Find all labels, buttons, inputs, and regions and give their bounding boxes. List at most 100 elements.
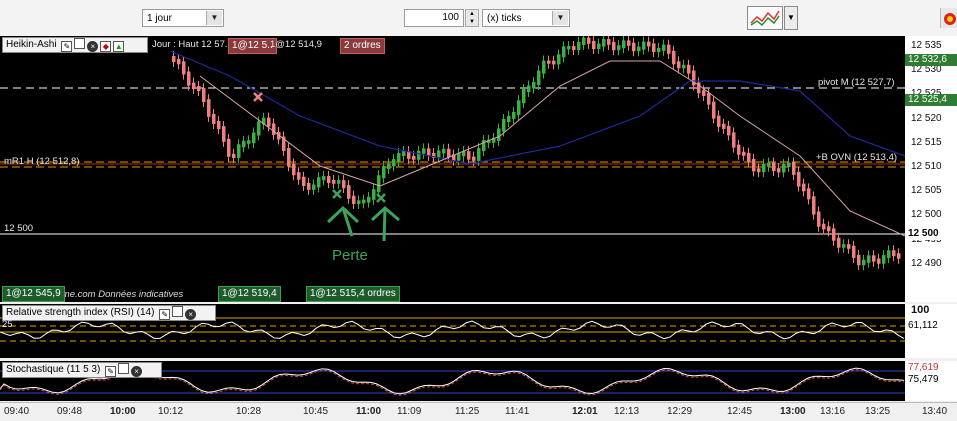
candle-body xyxy=(877,258,881,264)
time-axis[interactable]: 09:40 09:48 10:00 10:12 10:28 10:45 11:00 11:09… xyxy=(0,402,957,421)
time-tick-label: 11:25 xyxy=(455,406,480,417)
candle-body xyxy=(827,226,831,232)
moving-average-pink xyxy=(199,60,905,237)
candle-body xyxy=(742,151,746,156)
flag-icon[interactable]: ◆ xyxy=(100,41,112,52)
candle-body xyxy=(372,189,376,200)
candle-body xyxy=(822,223,826,230)
rsi-line xyxy=(0,320,905,340)
units-stepper[interactable]: ▲ ▼ xyxy=(465,9,479,27)
candle-body xyxy=(817,211,821,227)
candle-body xyxy=(687,64,691,74)
rsi-pane[interactable]: Relative strength index (RSI) (14) ✎ × 25 xyxy=(0,304,905,358)
stoch-top-box: 77,619 xyxy=(905,362,957,374)
candle-body xyxy=(402,151,406,157)
time-tick-label: 10:00 xyxy=(110,406,136,417)
candle-body xyxy=(732,132,736,148)
candle-body xyxy=(422,148,426,154)
window-icon[interactable] xyxy=(118,363,130,374)
candle-body xyxy=(842,244,846,248)
wrench-icon[interactable]: ✎ xyxy=(105,366,117,377)
scroll-right-button[interactable] xyxy=(940,8,957,28)
candle-body xyxy=(232,153,236,159)
candle-body xyxy=(807,188,811,200)
candle-body xyxy=(897,253,901,259)
candle-body xyxy=(767,162,771,167)
candle-body xyxy=(542,60,546,74)
perte-annotation: Perte xyxy=(332,247,368,264)
stoch-pane[interactable]: Stochastique (11 5 3) ✎ × xyxy=(0,361,905,401)
candle-body xyxy=(782,164,786,173)
candle-body xyxy=(332,179,336,184)
close-icon[interactable]: × xyxy=(185,309,197,320)
arrow-annotation xyxy=(370,205,400,242)
candle-body xyxy=(417,150,421,160)
chart-type-dropdown[interactable]: ▼ xyxy=(784,6,798,30)
candle-body xyxy=(592,40,596,49)
chevron-down-icon[interactable]: ▼ xyxy=(552,11,568,25)
time-tick-label: 13:40 xyxy=(922,406,948,417)
candle-body xyxy=(602,38,606,47)
candle-body xyxy=(557,54,561,65)
time-tick-label: 11:41 xyxy=(505,406,530,417)
level-12500-label: 12 500 xyxy=(4,223,34,234)
candle-body xyxy=(302,176,306,186)
candle-body xyxy=(702,90,706,96)
candle-body xyxy=(647,41,651,47)
header-info: Jour : Haut 12 57.. xyxy=(152,39,231,50)
candle-body xyxy=(307,182,311,190)
period-select-value: 1 jour xyxy=(147,13,173,24)
candle-body xyxy=(627,40,631,46)
chart-type-button[interactable] xyxy=(747,6,783,30)
candle-body xyxy=(637,46,641,52)
price-chart-pane[interactable]: Heikin-Ashi ✎ × ◆ ▲ Jour : Haut 12 57.. 1@1… xyxy=(0,36,905,302)
candle-body xyxy=(527,85,531,93)
candle-body xyxy=(267,117,271,127)
candle-body xyxy=(272,123,276,135)
price-box: 12 532,6 xyxy=(905,54,957,66)
position-tag[interactable]: 1@12 515,4 ordres xyxy=(306,286,400,302)
units-type-select[interactable]: (x) ticks ▼ xyxy=(482,9,570,27)
close-icon[interactable]: × xyxy=(87,41,99,52)
price-axis[interactable]: 12 53512 53012 52512 52012 51512 51012 5… xyxy=(905,36,957,302)
chevron-down-icon[interactable]: ▼ xyxy=(206,11,222,25)
candle-body xyxy=(202,88,206,103)
candle-body xyxy=(322,176,326,181)
candle-body xyxy=(337,180,341,184)
wrench-icon[interactable]: ✎ xyxy=(159,309,171,320)
candle-body xyxy=(707,92,711,105)
time-tick-label: 13:00 xyxy=(780,406,806,417)
time-tick-label: 10:45 xyxy=(303,406,329,417)
window-icon[interactable] xyxy=(74,38,86,49)
candle-body xyxy=(377,175,381,193)
units-value-input[interactable]: 100 xyxy=(404,9,464,27)
orders-count-tag[interactable]: 2 ordres xyxy=(340,38,385,54)
candle-body xyxy=(752,158,756,172)
candle-body xyxy=(457,153,461,161)
candle-body xyxy=(552,60,556,65)
candle-body xyxy=(297,172,301,180)
arrow-annotation xyxy=(326,205,360,237)
candle-body xyxy=(717,115,721,127)
period-select[interactable]: 1 jour ▼ xyxy=(142,9,224,27)
wrench-icon[interactable]: ✎ xyxy=(61,41,73,52)
position-tag[interactable]: 1@12 519,4 xyxy=(218,286,281,302)
candle-body xyxy=(787,162,791,168)
units-type-value: (x) ticks xyxy=(487,13,522,24)
rsi-header: Relative strength index (RSI) (14) ✎ × xyxy=(2,305,216,321)
close-icon[interactable]: × xyxy=(131,366,143,377)
candle-body xyxy=(217,121,221,130)
price-chart-canvas[interactable] xyxy=(0,36,905,302)
level-box: 12 500 xyxy=(905,228,957,240)
candle-body xyxy=(567,46,571,50)
stoch-title: Stochastique (11 5 3) xyxy=(6,364,101,375)
time-tick-label: 09:48 xyxy=(57,406,83,417)
price-box: 12 525,4 xyxy=(905,94,957,106)
window-icon[interactable] xyxy=(172,306,184,317)
time-tick-label: 11:09 xyxy=(397,406,422,417)
candle-body xyxy=(257,121,261,136)
position-tag[interactable]: 1@12 545,9 xyxy=(2,286,65,302)
arrow-up-icon[interactable]: ▲ xyxy=(113,41,125,52)
candle-body xyxy=(367,196,371,203)
candle-body xyxy=(182,61,186,75)
